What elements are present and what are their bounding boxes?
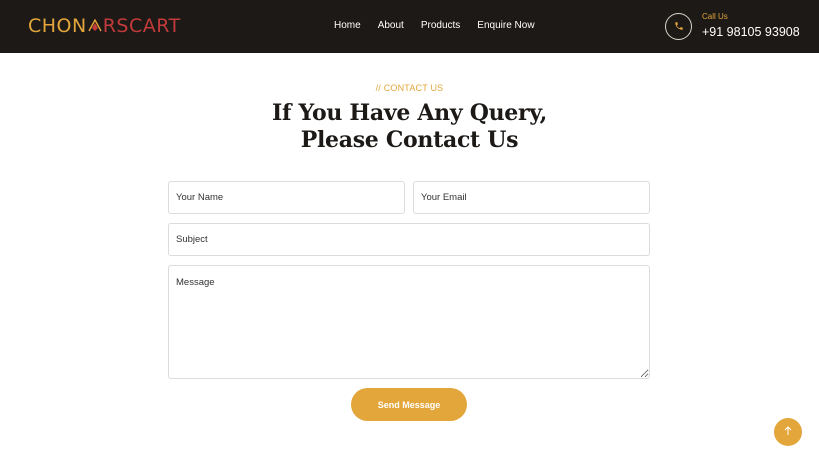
logo-text-b: RSCART — [102, 15, 181, 37]
section-heading: If You Have Any Query, Please Contact Us — [0, 100, 819, 154]
nav-home[interactable]: Home — [334, 18, 361, 34]
scroll-to-top-button[interactable] — [774, 418, 802, 446]
phone-icon — [665, 12, 692, 40]
arrow-up-icon — [783, 423, 793, 441]
nav-enquire-now[interactable]: Enquire Now — [477, 18, 534, 34]
main-nav: Home About Products Enquire Now — [334, 18, 535, 34]
name-input[interactable] — [168, 181, 405, 214]
subject-input[interactable] — [168, 223, 650, 256]
logo-mark-icon — [88, 19, 102, 33]
nav-products[interactable]: Products — [421, 18, 460, 34]
message-textarea[interactable] — [168, 265, 650, 379]
email-input[interactable] — [413, 181, 650, 214]
call-label: Call Us — [702, 12, 728, 21]
nav-about[interactable]: About — [378, 18, 404, 34]
heading-line-1: If You Have Any Query, — [271, 100, 547, 126]
call-us-block[interactable]: Call Us +91 98105 93908 — [665, 12, 800, 40]
brand-logo[interactable]: CHON RSCART — [28, 14, 181, 38]
heading-line-2: Please Contact Us — [300, 127, 519, 153]
send-message-button[interactable]: Send Message — [351, 388, 467, 421]
logo-text-a: CHON — [28, 15, 87, 37]
phone-number[interactable]: +91 98105 93908 — [702, 24, 800, 40]
call-text: Call Us +91 98105 93908 — [702, 12, 800, 40]
section-eyebrow: // CONTACT US — [375, 83, 444, 93]
site-header: CHON RSCART Home About Products Enquire … — [0, 0, 819, 53]
